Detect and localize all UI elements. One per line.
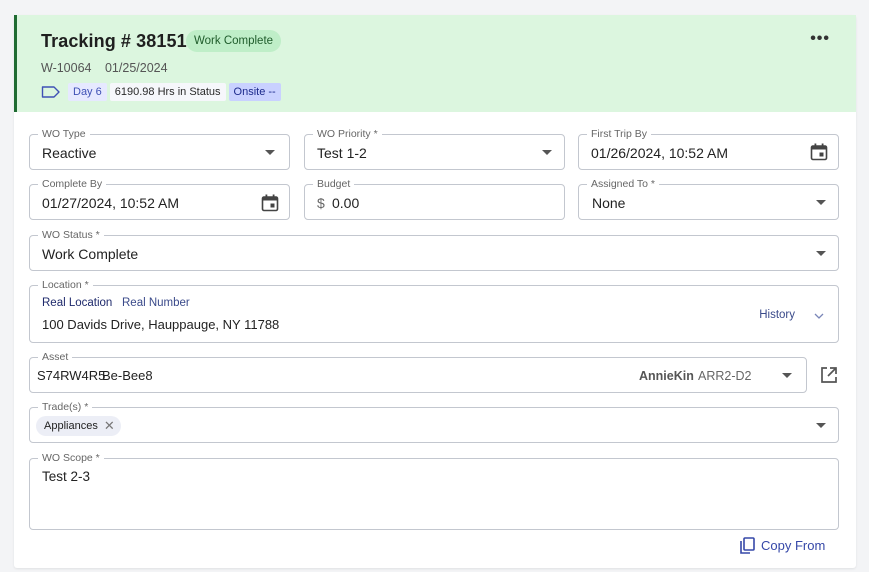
wo-scope-value: Test 2-3 <box>42 469 91 484</box>
label-tag-icon <box>41 86 60 98</box>
chevron-down-icon[interactable] <box>782 373 792 378</box>
wo-type-label: WO Type <box>38 128 90 140</box>
status-badge: Work Complete <box>186 30 282 52</box>
wo-type-select[interactable]: WO Type Reactive <box>29 128 290 170</box>
calendar-icon[interactable] <box>261 194 279 212</box>
trades-select[interactable]: Trade(s) * Appliances ✕ <box>29 401 839 443</box>
first-trip-by-field[interactable]: First Trip By 01/26/2024, 10:52 AM <box>578 128 839 170</box>
onsite-chip: Onsite -- <box>228 83 281 101</box>
wo-number: W-10064 <box>41 61 92 75</box>
location-field[interactable]: Location * Real Location Real Number 100… <box>29 279 839 343</box>
wo-status-label: WO Status * <box>38 229 104 241</box>
calendar-icon[interactable] <box>810 143 828 161</box>
complete-by-field[interactable]: Complete By 01/27/2024, 10:52 AM <box>29 178 290 220</box>
location-number-label: Real Number <box>122 297 190 309</box>
page-title: Tracking # 38151 <box>41 31 187 51</box>
wo-scope-textarea[interactable]: WO Scope * Test 2-3 <box>29 452 839 530</box>
more-horizontal-icon[interactable]: ••• <box>810 31 830 47</box>
asset-label: Asset <box>38 351 73 363</box>
wo-priority-label: WO Priority * <box>313 128 382 140</box>
wo-date: 01/25/2024 <box>104 61 168 75</box>
asset-name: Be-Bee8 <box>102 368 153 383</box>
trades-label: Trade(s) * <box>38 401 93 413</box>
assigned-to-label: Assigned To * <box>587 178 660 190</box>
copy-from-button[interactable]: Copy From <box>739 537 825 554</box>
trade-chip-label: Appliances <box>44 420 98 432</box>
wo-priority-value: Test 1-2 <box>317 145 367 161</box>
chevron-down-icon[interactable] <box>542 150 552 155</box>
currency-symbol: $ <box>317 195 325 211</box>
chevron-down-icon[interactable] <box>814 312 824 320</box>
chevron-down-icon[interactable] <box>265 150 275 155</box>
assigned-to-value: None <box>592 195 626 211</box>
assigned-to-select[interactable]: Assigned To * None <box>578 178 839 220</box>
header-subline: W-10064 01/25/2024 <box>41 61 168 75</box>
first-trip-by-label: First Trip By <box>587 128 652 140</box>
day-chip: Day 6 <box>68 83 107 101</box>
asset-select[interactable]: Asset S74RW4R5 Be-Bee8 AnnieKin ARR2-D2 <box>29 351 807 393</box>
open-in-new-icon[interactable] <box>820 366 838 384</box>
hours-in-status-chip: 6190.98 Hrs in Status <box>109 83 226 101</box>
wo-type-value: Reactive <box>42 145 97 161</box>
asset-code: S74RW4R5 <box>37 368 106 383</box>
budget-label: Budget <box>313 178 355 190</box>
copy-icon <box>740 537 755 554</box>
trade-chip[interactable]: Appliances ✕ <box>36 416 121 436</box>
wo-scope-label: WO Scope * <box>38 452 104 464</box>
asset-model: ARR2-D2 <box>698 369 752 383</box>
wo-status-value: Work Complete <box>42 246 139 262</box>
complete-by-label: Complete By <box>38 178 107 190</box>
complete-by-value: 01/27/2024, 10:52 AM <box>42 195 179 211</box>
wo-status-select[interactable]: WO Status * Work Complete <box>29 229 839 271</box>
asset-owner: AnnieKin <box>639 369 694 383</box>
location-label: Location * <box>38 279 93 291</box>
chevron-down-icon[interactable] <box>816 251 826 256</box>
first-trip-by-value: 01/26/2024, 10:52 AM <box>591 145 728 161</box>
chevron-down-icon[interactable] <box>816 200 826 205</box>
location-address: 100 Davids Drive, Hauppauge, NY 11788 <box>42 317 280 332</box>
close-icon[interactable]: ✕ <box>104 416 115 436</box>
budget-value: 0.00 <box>332 195 360 211</box>
chevron-down-icon[interactable] <box>816 423 826 428</box>
location-name-label: Real Location <box>42 297 113 309</box>
budget-field[interactable]: Budget $ 0.00 <box>304 178 565 220</box>
history-link[interactable]: History <box>759 309 795 321</box>
work-order-header: Tracking # 38151 Work Complete ••• W-100… <box>14 15 856 112</box>
status-tags: Day 6 6190.98 Hrs in Status Onsite -- <box>41 83 281 101</box>
wo-priority-select[interactable]: WO Priority * Test 1-2 <box>304 128 565 170</box>
copy-from-label: Copy From <box>761 538 826 553</box>
